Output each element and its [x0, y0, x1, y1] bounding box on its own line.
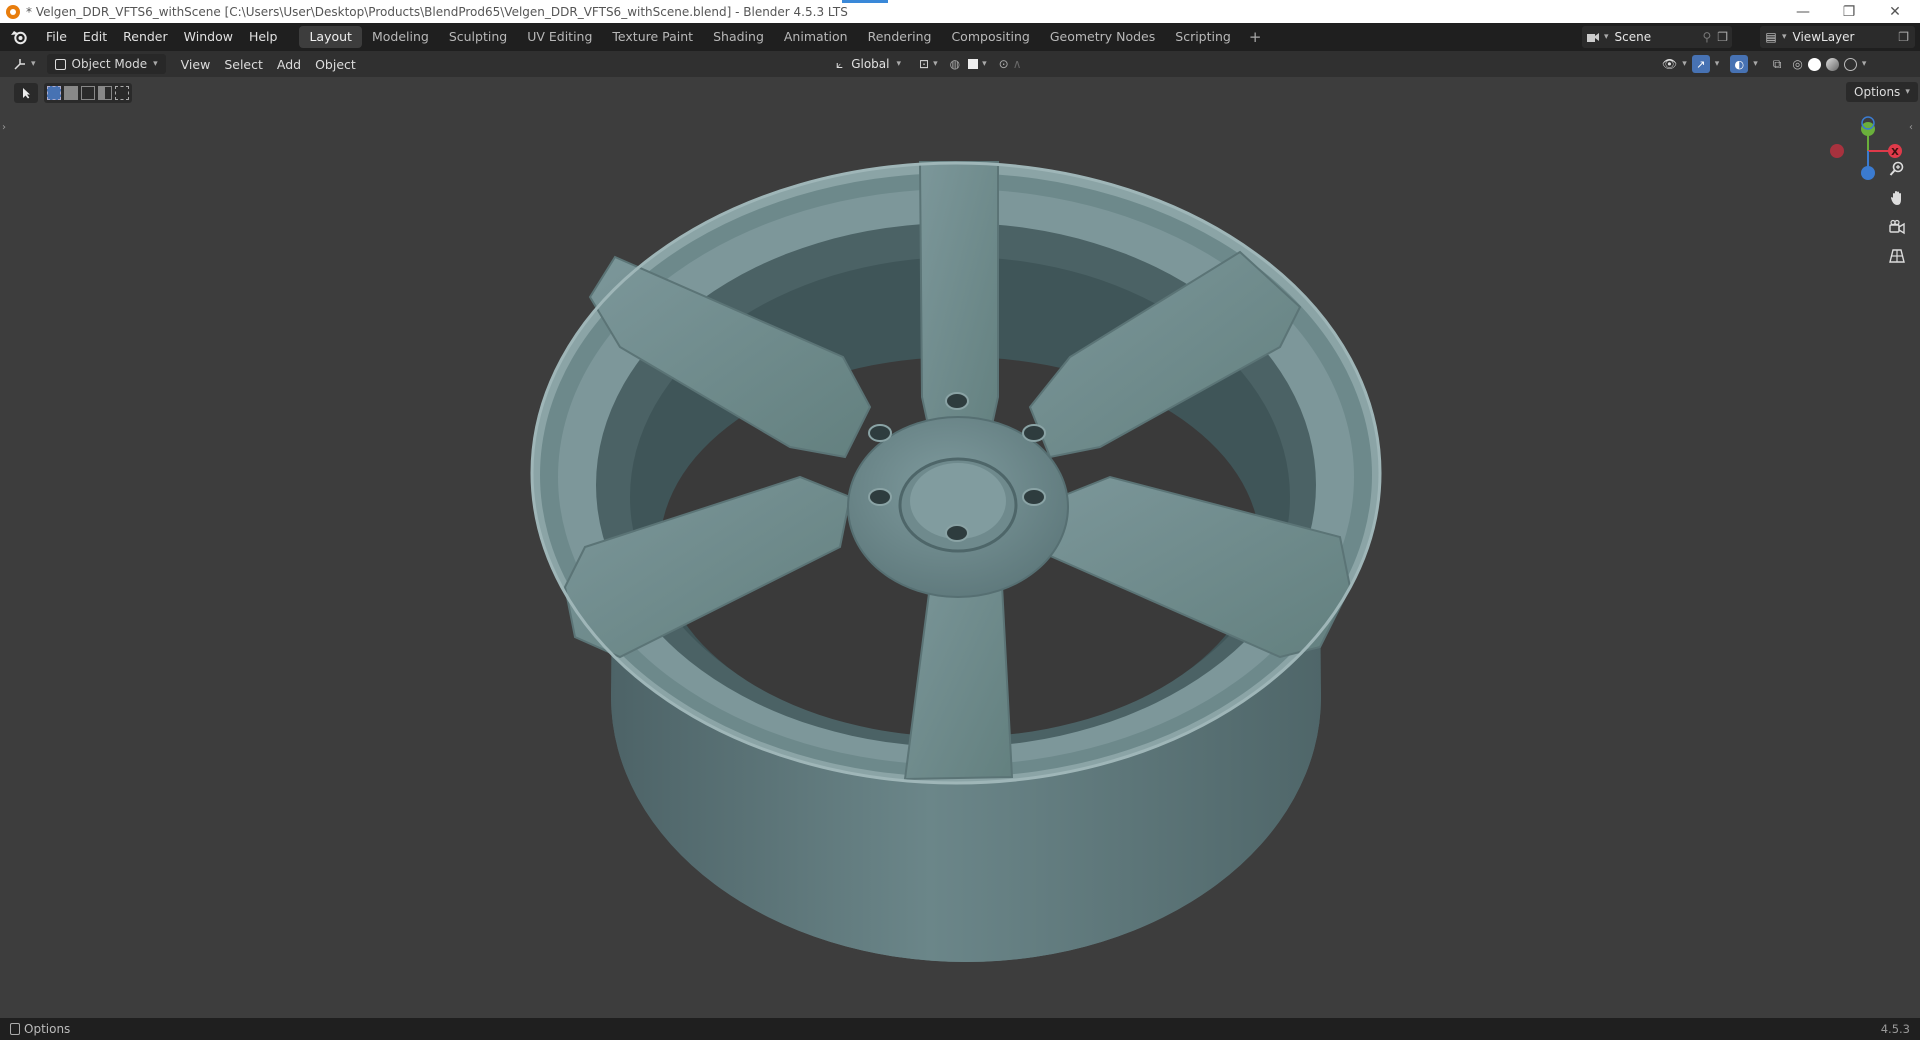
chevron-down-icon: ▾ [933, 59, 938, 69]
chevron-down-icon: ▾ [153, 59, 158, 69]
wireframe-shading-icon[interactable]: ◎ [1792, 57, 1802, 71]
chevron-down-icon: ▾ [1604, 32, 1609, 42]
menu-render[interactable]: Render [115, 26, 176, 48]
chevron-down-icon: ▾ [1753, 59, 1758, 69]
pin-icon[interactable]: ⚲ [1702, 30, 1711, 44]
tab-modeling[interactable]: Modeling [362, 26, 439, 48]
menu-add[interactable]: Add [270, 54, 308, 74]
visibility-eye-icon[interactable]: 👁 [1662, 57, 1677, 71]
add-workspace-button[interactable]: + [1241, 28, 1270, 46]
chevron-down-icon: ▾ [982, 59, 987, 69]
tab-sculpting[interactable]: Sculpting [439, 26, 517, 48]
topbar: File Edit Render Window Help Layout Mode… [0, 23, 1920, 51]
chevron-down-icon: ▾ [1782, 32, 1787, 42]
maximize-button[interactable]: ❐ [1826, 0, 1872, 23]
menu-help[interactable]: Help [241, 26, 286, 48]
object-mode-dropdown[interactable]: Object Mode ▾ [46, 54, 166, 74]
overlays-toggle-icon[interactable]: ◐ [1730, 55, 1749, 73]
rendered-shading-icon[interactable] [1843, 57, 1857, 71]
taskbar-progress-indicator [842, 0, 888, 3]
chevron-down-icon: ▾ [1714, 59, 1720, 69]
gizmo-toggle-icon[interactable]: ↗ [1691, 55, 1710, 73]
scene-name[interactable]: Scene [1615, 30, 1703, 44]
proportional-editing-icon[interactable]: ⊙ [999, 57, 1009, 71]
viewport-header: ▾ Object Mode ▾ View Select Add Object ⟀… [0, 51, 1920, 77]
tab-layout[interactable]: Layout [299, 26, 362, 48]
blender-app-icon [6, 4, 20, 19]
transform-orientation-icon: ⟀ [836, 56, 844, 71]
pivot-point-icon[interactable]: ⊡ [919, 57, 929, 71]
chevron-down-icon: ▾ [896, 59, 902, 69]
scene-icon [1582, 31, 1604, 43]
tab-rendering[interactable]: Rendering [858, 26, 942, 48]
material-preview-icon[interactable] [1825, 57, 1839, 71]
menu-file[interactable]: File [38, 26, 75, 48]
scene-selector[interactable]: ▾ Scene ⚲ ❐ [1582, 26, 1732, 48]
editor-type-button[interactable]: ▾ [6, 54, 43, 74]
blender-logo-icon[interactable] [8, 26, 30, 48]
menu-object[interactable]: Object [308, 54, 363, 74]
tab-compositing[interactable]: Compositing [941, 26, 1039, 48]
tab-shading[interactable]: Shading [703, 26, 774, 48]
minimize-button[interactable]: — [1780, 0, 1826, 23]
falloff-icon[interactable]: ∧ [1013, 57, 1022, 71]
menu-view[interactable]: View [174, 54, 218, 74]
status-options-icon[interactable] [10, 1023, 20, 1035]
version-label: 4.5.3 [1880, 1022, 1910, 1036]
editor-type-icon [14, 59, 25, 70]
close-window-button[interactable]: ✕ [1872, 0, 1918, 23]
solid-shading-icon[interactable] [1807, 57, 1821, 71]
tab-geometry-nodes[interactable]: Geometry Nodes [1040, 26, 1165, 48]
snap-icon[interactable]: ◍ [950, 57, 960, 71]
new-scene-icon[interactable]: ❐ [1717, 30, 1728, 44]
3d-viewport[interactable]: Options ▾ › ‹ X [0, 77, 1920, 1018]
tab-animation[interactable]: Animation [774, 26, 858, 48]
menu-window[interactable]: Window [176, 26, 241, 48]
object-mode-icon [54, 58, 66, 70]
window-title: * Velgen_DDR_VFTS6_withScene [C:\Users\U… [26, 4, 848, 19]
view-layer-selector[interactable]: ▤ ▾ ViewLayer ❐ [1760, 26, 1915, 48]
view-layer-name[interactable]: ViewLayer [1793, 30, 1899, 44]
menu-select[interactable]: Select [217, 54, 270, 74]
tab-scripting[interactable]: Scripting [1165, 26, 1241, 48]
snap-target-icon[interactable] [968, 59, 979, 69]
new-view-layer-icon[interactable]: ❐ [1898, 30, 1909, 44]
window-titlebar: * Velgen_DDR_VFTS6_withScene [C:\Users\U… [0, 0, 1920, 23]
status-bar: Options 4.5.3 [0, 1018, 1920, 1040]
tab-uv-editing[interactable]: UV Editing [517, 26, 602, 48]
tab-texture-paint[interactable]: Texture Paint [602, 26, 703, 48]
wheel-rim-model[interactable] [0, 77, 1920, 1018]
xray-toggle-icon[interactable]: ⧉ [1773, 57, 1782, 72]
menu-edit[interactable]: Edit [75, 26, 115, 48]
chevron-down-icon: ▾ [1682, 59, 1687, 69]
status-options-label[interactable]: Options [24, 1022, 70, 1036]
view-layer-icon: ▤ [1765, 30, 1777, 44]
chevron-down-icon: ▾ [1861, 59, 1867, 69]
object-mode-label: Object Mode [71, 57, 148, 71]
workspace-tabs: Layout Modeling Sculpting UV Editing Tex… [299, 23, 1269, 51]
orientation-label[interactable]: Global [851, 57, 889, 71]
